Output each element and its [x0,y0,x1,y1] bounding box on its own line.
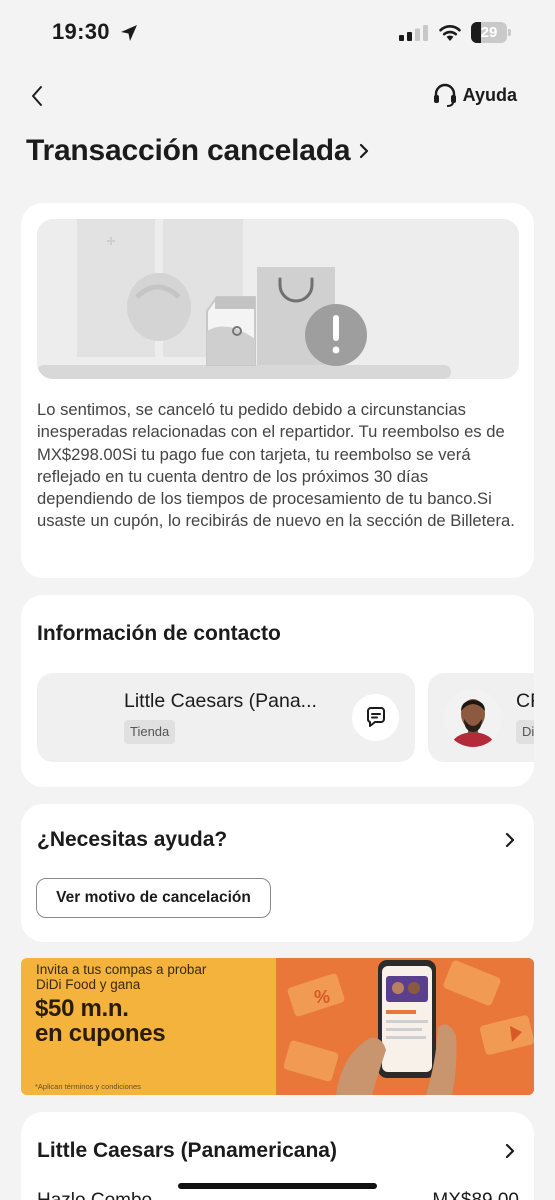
store-badge: Tienda [124,720,176,744]
promo-amount: $50 m.n. [35,995,129,1022]
chat-bubble-icon [366,706,385,727]
cancelled-order-illustration [37,219,519,379]
cancellation-reason-button[interactable]: Ver motivo de cancelación [36,878,271,918]
promo-image-area: % [276,958,534,1095]
store-name: Little Caesars (Pana... [124,690,317,712]
cellular-signal-icon [399,25,428,41]
wifi-icon [439,25,461,41]
battery-level: 29 [480,24,498,41]
item-name: Hazlo Combo [37,1190,152,1200]
contact-title: Información de contacto [37,622,281,645]
contact-info-card: Información de contacto Little Caesars (… [21,595,534,787]
status-time: 19:30 [52,19,110,44]
chevron-right-icon[interactable] [502,830,518,850]
svg-text:%: % [314,987,330,1007]
promo-line-2: DiDi Food y gana [36,977,141,992]
courier-badge: Di [516,720,534,744]
item-price: MX$89.00 [432,1190,519,1200]
chevron-left-icon [32,86,42,106]
help-title[interactable]: ¿Necesitas ayuda? [37,828,227,852]
chat-button[interactable] [352,694,399,741]
store-contact-tile[interactable]: Little Caesars (Pana... Tienda [37,673,415,762]
promo-terms: *Aplican términos y condiciones [35,1082,141,1091]
back-button[interactable] [22,80,52,112]
location-arrow-icon [121,25,137,41]
contact-carousel[interactable]: Little Caesars (Pana... Tienda C Di [37,673,534,763]
courier-name: CF [516,690,534,712]
page-title-text: Transacción cancelada [26,134,351,167]
help-card: ¿Necesitas ayuda? Ver motivo de cancelac… [21,804,534,942]
chevron-right-icon[interactable] [502,1141,518,1161]
status-bar: 19:30 29 [0,0,555,66]
cancellation-card: Lo sentimos, se canceló tu pedido debido… [21,203,534,578]
cancellation-message: Lo sentimos, se canceló tu pedido debido… [37,400,515,531]
promo-coupons: en cupones [35,1020,166,1047]
phone-hands-illustration: % [276,958,534,1095]
courier-avatar [444,689,502,747]
referral-promo-banner[interactable]: % Invita a tus compas a probar DiDi Food… [21,958,534,1095]
help-button[interactable]: Ayuda [432,80,517,110]
chevron-right-icon [360,143,369,159]
page-title[interactable]: Transacción cancelada [26,134,370,168]
battery-indicator: 29 [471,22,511,43]
store-title[interactable]: Little Caesars (Panamericana) [37,1139,337,1163]
help-label: Ayuda [462,84,517,105]
cancelled-bag-illustration [37,219,519,379]
promo-line-1: Invita a tus compas a probar [36,962,207,977]
home-indicator[interactable] [178,1183,377,1189]
courier-contact-tile[interactable]: CF Di [428,673,534,762]
headset-icon [433,83,456,107]
order-item-row: Hazlo Combo MX$89.00 [37,1190,519,1200]
